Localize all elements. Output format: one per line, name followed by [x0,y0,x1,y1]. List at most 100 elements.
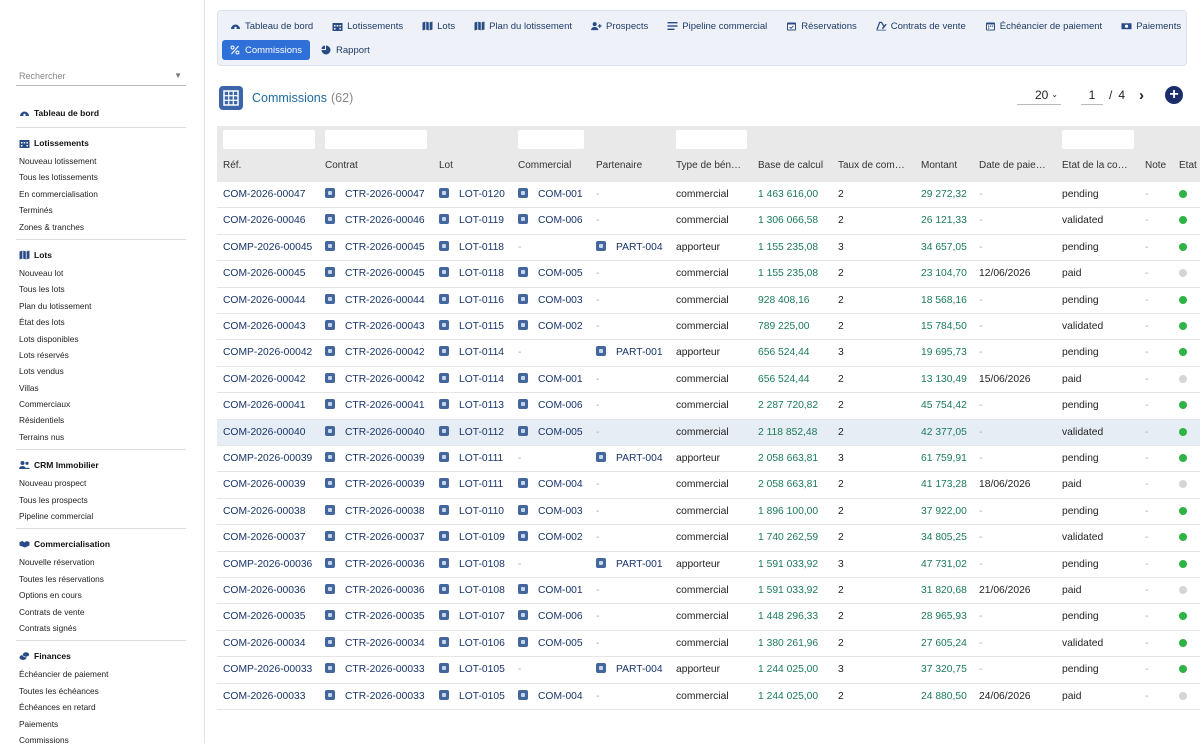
cell-lot[interactable]: LOT-0114 [439,340,504,366]
column-header[interactable]: Montant [921,160,977,171]
column-header[interactable]: Taux de com… [838,160,918,171]
nav-tab[interactable]: Tableau de bord [222,16,321,36]
sidebar-item[interactable]: Commerciaux [19,396,186,412]
table-row[interactable]: COM-2026-00045 CTR-2026-00045 LOT-0118 COM-… [217,261,1200,288]
table-row[interactable]: COM-2026-00047 CTR-2026-00047 LOT-0120 COM-… [217,182,1200,209]
column-header[interactable]: Date de paie… [979,160,1060,171]
cell-contrat[interactable]: CTR-2026-00034 [325,631,425,657]
cell-ref[interactable]: COM-2026-00038 [223,499,305,525]
cell-commercial[interactable]: COM-006 [518,208,583,234]
column-filter-input[interactable] [676,130,747,149]
sidebar-item[interactable]: Échéancier de paiement [19,666,186,682]
sidebar-item[interactable]: Villas [19,380,186,396]
column-header[interactable]: Commercial [518,160,594,171]
sidebar-section-header[interactable]: Tableau de bord [19,106,186,120]
cell-lot[interactable]: LOT-0107 [439,604,505,630]
cell-ref[interactable]: COM-2026-00034 [223,631,305,657]
sidebar-item[interactable]: Paiements [19,716,186,732]
cell-lot[interactable]: LOT-0110 [439,499,504,525]
sidebar-search-select[interactable]: Rechercher ▼ [16,66,186,86]
cell-ref[interactable]: COMP-2026-00036 [223,552,312,578]
cell-lot[interactable]: LOT-0108 [439,552,505,578]
sidebar-item[interactable]: Terminés [19,202,186,218]
cell-contrat[interactable]: CTR-2026-00033 [325,684,425,710]
sidebar-item[interactable]: État des lots [19,314,186,330]
cell-contrat[interactable]: CTR-2026-00044 [325,288,425,314]
cell-lot[interactable]: LOT-0116 [439,288,504,314]
table-row[interactable]: COM-2026-00041 CTR-2026-00041 LOT-0113 COM-… [217,393,1200,420]
cell-lot[interactable]: LOT-0105 [439,684,505,710]
cell-contrat[interactable]: CTR-2026-00042 [325,340,425,366]
table-row[interactable]: COMP-2026-00042 CTR-2026-00042 LOT-0114 - PA… [217,340,1200,367]
sidebar-item[interactable]: Résidentiels [19,412,186,428]
sidebar-item[interactable]: Nouveau lot [19,265,186,281]
cell-ref[interactable]: COM-2026-00040 [223,420,305,446]
sidebar-item[interactable]: Toutes les échéances [19,683,186,699]
cell-commercial[interactable]: COM-004 [518,684,583,710]
cell-ref[interactable]: COM-2026-00033 [223,684,305,710]
cell-contrat[interactable]: CTR-2026-00036 [325,552,425,578]
sidebar-item[interactable]: Lots vendus [19,363,186,379]
table-row[interactable]: COM-2026-00036 CTR-2026-00036 LOT-0108 COM-… [217,578,1200,605]
cell-lot[interactable]: LOT-0118 [439,235,504,261]
cell-contrat[interactable]: CTR-2026-00039 [325,472,425,498]
cell-lot[interactable]: LOT-0111 [439,446,503,472]
table-row[interactable]: COM-2026-00035 CTR-2026-00035 LOT-0107 COM-… [217,604,1200,631]
cell-commercial[interactable]: COM-005 [518,261,583,287]
cell-partenaire[interactable]: PART-001 [596,552,663,578]
cell-contrat[interactable]: CTR-2026-00037 [325,525,425,551]
nav-tab[interactable]: Paiements [1113,16,1189,36]
cell-commercial[interactable]: COM-005 [518,420,583,446]
cell-ref[interactable]: COM-2026-00035 [223,604,305,630]
table-row[interactable]: COM-2026-00034 CTR-2026-00034 LOT-0106 COM-… [217,631,1200,658]
cell-ref[interactable]: COM-2026-00043 [223,314,305,340]
cell-lot[interactable]: LOT-0112 [439,420,504,446]
cell-ref[interactable]: COM-2026-00036 [223,578,305,604]
cell-lot[interactable]: LOT-0109 [439,525,505,551]
cell-contrat[interactable]: CTR-2026-00042 [325,367,425,393]
sidebar-item[interactable]: Commissions [19,732,186,748]
column-header[interactable]: Partenaire [596,160,674,171]
table-row[interactable]: COM-2026-00040 CTR-2026-00040 LOT-0112 COM-… [217,419,1200,446]
cell-lot[interactable]: LOT-0120 [439,182,505,208]
cell-contrat[interactable]: CTR-2026-00038 [325,499,425,525]
cell-contrat[interactable]: CTR-2026-00046 [325,208,425,234]
column-filter-input[interactable] [518,130,584,149]
column-header[interactable]: Lot [439,160,515,171]
column-header[interactable]: État [1179,160,1200,171]
cell-commercial[interactable]: COM-001 [518,367,583,393]
cell-contrat[interactable]: CTR-2026-00035 [325,604,425,630]
cell-partenaire[interactable]: PART-004 [596,657,663,683]
sidebar-item[interactable]: Pipeline commercial [19,508,186,524]
cell-commercial[interactable]: COM-006 [518,393,583,419]
sidebar-section-header[interactable]: Finances [19,649,186,663]
nav-tab[interactable]: Réservations [778,16,864,36]
sidebar-item[interactable]: Nouveau prospect [19,475,186,491]
cell-ref[interactable]: COM-2026-00039 [223,472,305,498]
cell-contrat[interactable]: CTR-2026-00047 [325,182,425,208]
sidebar-item[interactable]: Lots réservés [19,347,186,363]
column-header[interactable]: Réf. [223,160,323,171]
cell-lot[interactable]: LOT-0106 [439,631,505,657]
cell-ref[interactable]: COM-2026-00037 [223,525,305,551]
sidebar-item[interactable]: Nouveau lotissement [19,153,186,169]
cell-commercial[interactable]: COM-003 [518,288,583,314]
table-row[interactable]: COMP-2026-00039 CTR-2026-00039 LOT-0111 - PA… [217,446,1200,473]
cell-commercial[interactable]: COM-002 [518,314,583,340]
cell-ref[interactable]: COMP-2026-00039 [223,446,312,472]
column-header[interactable]: Note [1145,160,1177,171]
table-row[interactable]: COM-2026-00042 CTR-2026-00042 LOT-0114 COM-… [217,367,1200,394]
cell-commercial[interactable]: COM-006 [518,604,583,630]
sidebar-item[interactable]: Options en cours [19,587,186,603]
sidebar-item[interactable]: Toutes les réservations [19,571,186,587]
sidebar-item[interactable]: Tous les prospects [19,492,186,508]
column-header[interactable]: Contrat [325,160,435,171]
column-filter-input[interactable] [223,130,315,149]
cell-commercial[interactable]: COM-001 [518,182,583,208]
cell-ref[interactable]: COM-2026-00044 [223,288,305,314]
column-filter-input[interactable] [325,130,427,149]
cell-contrat[interactable]: CTR-2026-00036 [325,578,425,604]
cell-lot[interactable]: LOT-0105 [439,657,505,683]
nav-tab[interactable]: Pipeline commercial [659,16,775,36]
cell-contrat[interactable]: CTR-2026-00033 [325,657,425,683]
